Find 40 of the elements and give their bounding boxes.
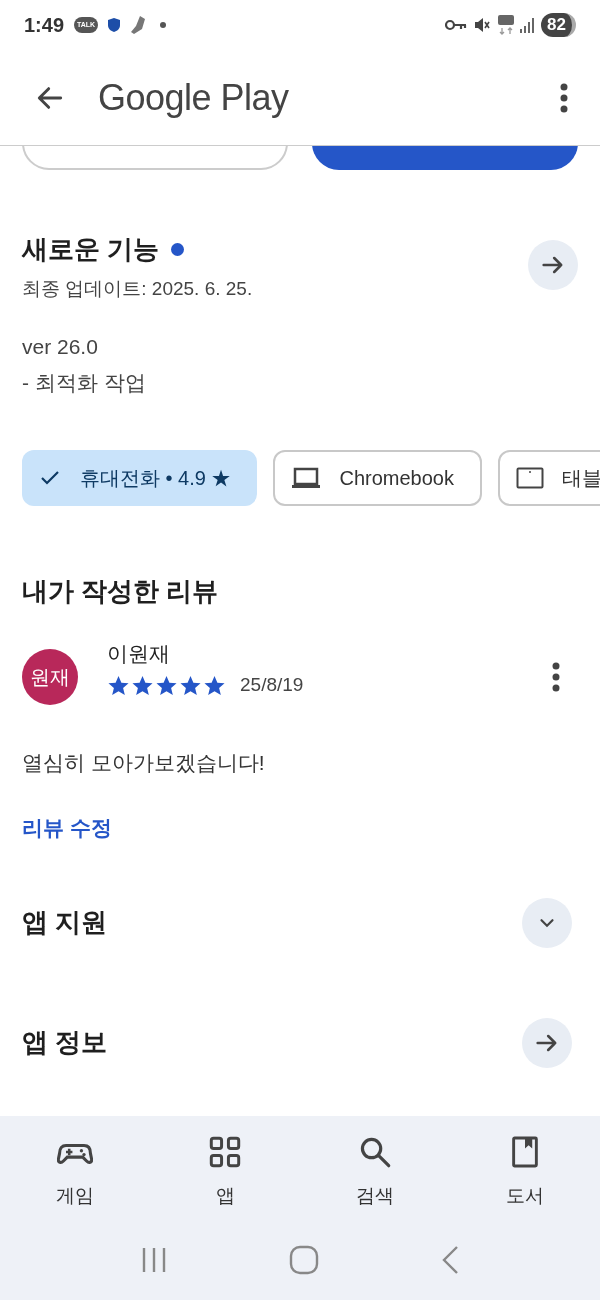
star-icon — [155, 673, 178, 697]
star-icon — [203, 673, 226, 697]
home-icon[interactable] — [289, 1245, 319, 1275]
release-note: ver 26.0 — [22, 333, 99, 360]
more-options-icon[interactable] — [552, 661, 560, 692]
laptop-icon — [291, 466, 322, 489]
more-options-icon[interactable] — [560, 82, 568, 113]
release-note: - 최적화 작업 — [22, 369, 147, 396]
network-5g-icon — [497, 14, 516, 36]
key-icon — [445, 19, 468, 31]
status-time: 1:49 — [24, 13, 65, 38]
nav-tab[interactable]: 게임 — [0, 1136, 150, 1236]
app-title: Google Play — [98, 75, 289, 120]
battery-indicator: 82 — [541, 13, 576, 37]
open-arrow-button[interactable] — [528, 240, 578, 290]
apps-grid-icon — [207, 1136, 243, 1168]
open-arrow-button[interactable] — [522, 1017, 572, 1068]
mute-icon — [473, 16, 492, 34]
signal-icon — [519, 17, 536, 33]
device-filter-chip[interactable]: 태블 — [498, 449, 600, 506]
edit-review-link[interactable]: 리뷰 수정 — [22, 812, 112, 844]
nav-tab[interactable]: 앱 — [150, 1136, 300, 1236]
star-icon — [179, 673, 202, 697]
shield-icon — [106, 17, 123, 33]
star-icon — [107, 673, 130, 697]
star-icon — [131, 673, 154, 697]
review-date: 25/8/19 — [240, 673, 304, 697]
tablet-icon — [516, 466, 544, 489]
update-date: 최종 업데이트: 2025. 6. 25. — [22, 277, 254, 301]
device-filter-chip[interactable]: 휴대전화 • 4.9 ★ — [22, 449, 258, 506]
section-title: 내가 작성한 리뷰 — [21, 574, 220, 608]
section-title: 앱 정보 — [22, 1026, 109, 1059]
nav-tab[interactable]: 도서 — [450, 1136, 600, 1236]
section-title: 새로운 기능 — [22, 233, 160, 266]
user-avatar: 원재 — [22, 648, 78, 705]
nav-tab[interactable]: 검색 — [300, 1136, 450, 1236]
section-title: 앱 지원 — [22, 906, 109, 939]
review-text: 열심히 모아가보겠습니다! — [21, 749, 266, 776]
review-author: 이원재 — [107, 640, 171, 667]
device-filter-chip[interactable]: Chromebook — [273, 449, 482, 506]
